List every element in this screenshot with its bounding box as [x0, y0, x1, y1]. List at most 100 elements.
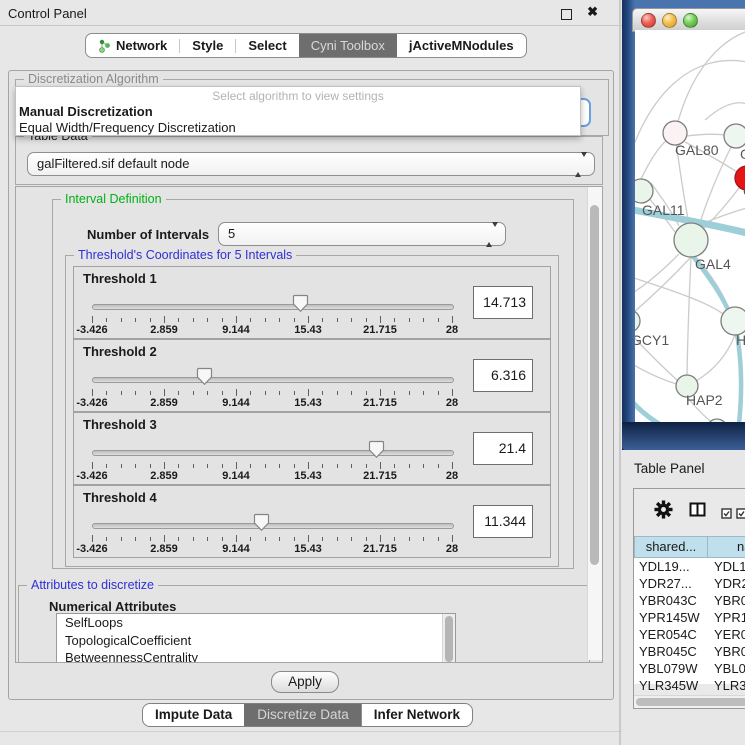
float-window-icon[interactable]: [561, 9, 572, 20]
close-traffic-light-icon[interactable]: [641, 13, 656, 28]
column-header-name[interactable]: na: [708, 536, 745, 558]
tick-mark: [193, 464, 194, 468]
tick-mark: [193, 318, 194, 322]
table-header-row: shared... na: [634, 536, 745, 558]
bottom-tab-impute-data[interactable]: Impute Data: [143, 704, 244, 726]
threshold-label: Threshold 4: [83, 490, 157, 505]
tick-mark: [279, 537, 280, 541]
minimize-traffic-light-icon[interactable]: [662, 13, 677, 28]
zoom-traffic-light-icon[interactable]: [683, 13, 698, 28]
close-icon[interactable]: ✖: [587, 4, 598, 20]
gal11-node[interactable]: [635, 179, 653, 203]
table-horizontal-scrollbar-thumb[interactable]: [636, 698, 745, 706]
bottom-tab-discretize-data[interactable]: Discretize Data: [244, 704, 361, 726]
gcy1-node[interactable]: [635, 310, 640, 332]
table-row[interactable]: YLR345WYLR3: [634, 677, 745, 694]
threshold-slider-thumb[interactable]: [196, 367, 213, 391]
tick-mark: [409, 318, 410, 322]
threshold-slider-thumb[interactable]: [368, 440, 385, 464]
bottom-tab-bar: Impute DataDiscretize DataInfer Network: [142, 703, 473, 727]
tick-mark: [394, 391, 395, 395]
threshold-value-field[interactable]: 11.344: [473, 505, 533, 538]
table-row[interactable]: YBL079WYBL0: [634, 660, 745, 677]
attributes-scrollbar[interactable]: [442, 614, 455, 663]
table-horizontal-scrollbar[interactable]: [634, 695, 745, 708]
table-row[interactable]: YBR045CYBR0: [634, 643, 745, 660]
threshold-slider-thumb[interactable]: [253, 513, 270, 537]
attribute-item-betweennesscentrality[interactable]: BetweennessCentrality: [57, 649, 455, 663]
tick-mark: [294, 537, 295, 541]
threshold-slider-track[interactable]: [92, 377, 454, 383]
attribute-item-selfloops[interactable]: SelfLoops: [57, 614, 455, 632]
settings-scrollbar[interactable]: [587, 187, 602, 660]
threshold-slider-track[interactable]: [92, 523, 454, 529]
threshold-value-field[interactable]: 21.4: [473, 432, 533, 465]
attribute-item-topologicalcoefficient[interactable]: TopologicalCoefficient: [57, 632, 455, 650]
tick-mark: [438, 537, 439, 541]
tick-label: -3.426: [76, 470, 107, 482]
threshold-value-field[interactable]: 6.316: [473, 359, 533, 392]
numerical-attributes-heading: Numerical Attributes: [49, 599, 176, 614]
table-row[interactable]: YDR27...YDR2: [634, 575, 745, 592]
tab-cyni-toolbox[interactable]: Cyni Toolbox: [299, 34, 397, 57]
table-row[interactable]: YDL19...YDL1: [634, 558, 745, 575]
tick-mark: [106, 464, 107, 468]
threshold-label: Threshold 1: [83, 271, 157, 286]
tick-mark: [380, 535, 381, 542]
number-of-intervals-combo[interactable]: 5: [218, 222, 506, 246]
tick-mark: [135, 318, 136, 322]
tick-mark: [135, 391, 136, 395]
tab-jactivemnodules[interactable]: jActiveMNodules: [397, 34, 526, 57]
tab-label: Select: [248, 34, 286, 57]
tick-mark: [178, 391, 179, 395]
threshold-slider-thumb[interactable]: [292, 294, 309, 318]
panel-splitter[interactable]: [619, 0, 621, 745]
combo-spinner-icon: [575, 157, 587, 172]
tab-select[interactable]: Select: [236, 34, 298, 57]
tick-mark: [250, 318, 251, 322]
bottom-tab-infer-network[interactable]: Infer Network: [361, 704, 472, 726]
network-window-titlebar[interactable]: [632, 8, 745, 32]
gear-icon[interactable]: [654, 500, 673, 524]
table-row[interactable]: YBR043CYBR0: [634, 592, 745, 609]
tab-label: jActiveMNodules: [409, 34, 514, 57]
h-node[interactable]: [721, 307, 745, 335]
settings-scrollbar-thumb[interactable]: [590, 205, 599, 565]
tick-mark: [366, 537, 367, 541]
network-canvas[interactable]: GAL80GCGAL11GAL4GCY1HHAP2: [635, 30, 745, 422]
checkbox-checked-icon[interactable]: [736, 506, 745, 524]
top-right-node[interactable]: [724, 124, 745, 148]
tick-mark: [423, 464, 424, 468]
algorithm-option-equal-width-frequency-discretization[interactable]: Equal Width/Frequency Discretization: [16, 119, 580, 135]
threshold-slider-track[interactable]: [92, 304, 454, 310]
attributes-scrollbar-thumb[interactable]: [445, 616, 453, 662]
gal4-node[interactable]: [674, 223, 708, 257]
split-columns-icon[interactable]: [689, 502, 706, 522]
table-row[interactable]: YER054CYER0: [634, 626, 745, 643]
tick-mark: [337, 391, 338, 395]
table-row[interactable]: YPR145WYPR1: [634, 609, 745, 626]
tick-mark: [337, 464, 338, 468]
threshold-value-field[interactable]: 14.713: [473, 286, 533, 319]
table-panel: shared... na YDL19...YDL1YDR27...YDR2YBR…: [633, 488, 745, 709]
apply-button[interactable]: Apply: [271, 671, 339, 693]
tick-mark: [351, 318, 352, 322]
tick-mark: [265, 537, 266, 541]
numerical-attributes-list[interactable]: SelfLoopsTopologicalCoefficientBetweenne…: [56, 613, 456, 663]
tick-mark: [222, 537, 223, 541]
algorithm-option-manual-discretization[interactable]: Manual Discretization: [16, 103, 580, 119]
tick-mark: [308, 389, 309, 396]
algorithm-hint: Select algorithm to view settings: [16, 87, 580, 103]
threshold-slider-track[interactable]: [92, 450, 454, 456]
checkbox-checked-icon[interactable]: [721, 506, 732, 524]
cell-name: YPR1: [708, 609, 745, 626]
tab-network[interactable]: Network: [86, 34, 179, 57]
tick-mark: [351, 464, 352, 468]
tab-label: Style: [192, 34, 223, 57]
column-header-shared[interactable]: shared...: [634, 536, 708, 558]
tab-style[interactable]: Style: [180, 34, 235, 57]
tick-mark: [409, 391, 410, 395]
table-data-combo[interactable]: galFiltered.sif default node: [27, 152, 595, 176]
tick-mark: [150, 391, 151, 395]
tick-mark: [150, 318, 151, 322]
